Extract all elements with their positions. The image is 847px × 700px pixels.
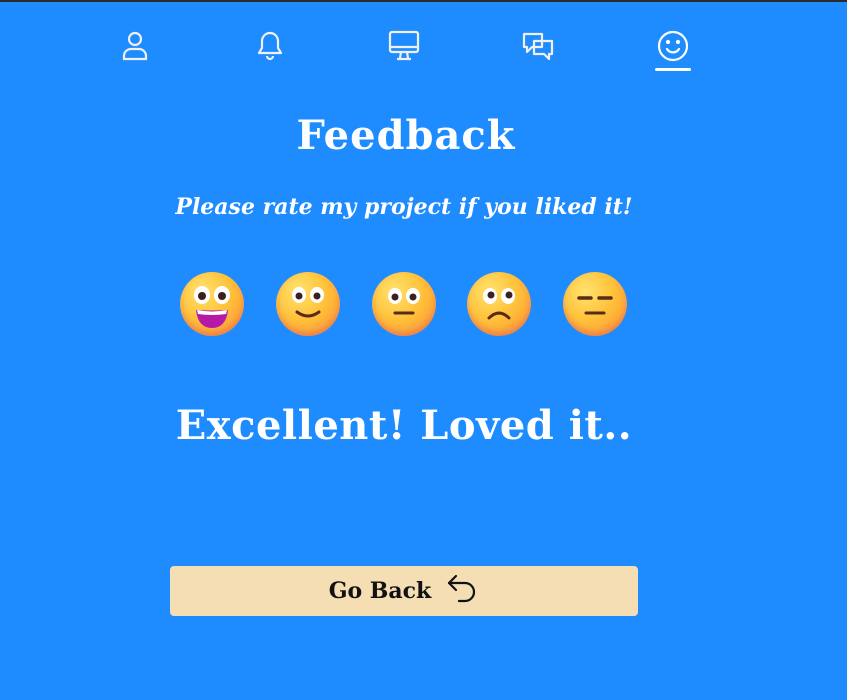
top-nav <box>0 22 847 82</box>
frowning-face-emoji[interactable] <box>467 272 531 336</box>
page-title: Feedback <box>296 112 516 159</box>
chat-icon <box>520 22 556 68</box>
nav-profile[interactable] <box>109 22 161 74</box>
window-top-border <box>0 0 847 2</box>
nav-messages[interactable] <box>512 22 564 74</box>
page-subtitle: Please rate my project if you liked it! <box>175 194 633 220</box>
smiling-face-emoji[interactable] <box>276 272 340 336</box>
nav-feedback[interactable] <box>647 22 699 74</box>
bell-icon <box>252 22 288 68</box>
smile-icon <box>655 22 691 68</box>
go-back-label: Go Back <box>328 578 432 604</box>
monitor-icon <box>386 22 422 68</box>
back-arrow-icon <box>445 571 479 611</box>
nav-notifications[interactable] <box>244 22 296 74</box>
grinning-face-emoji[interactable] <box>180 272 244 336</box>
go-back-button[interactable]: Go Back <box>170 566 638 616</box>
user-icon <box>117 22 153 68</box>
neutral-face-emoji[interactable] <box>372 272 436 336</box>
rating-result: Excellent! Loved it.. <box>175 402 633 449</box>
expressionless-face-emoji[interactable] <box>563 272 627 336</box>
rating-options <box>0 272 847 342</box>
nav-projects[interactable] <box>378 22 430 74</box>
